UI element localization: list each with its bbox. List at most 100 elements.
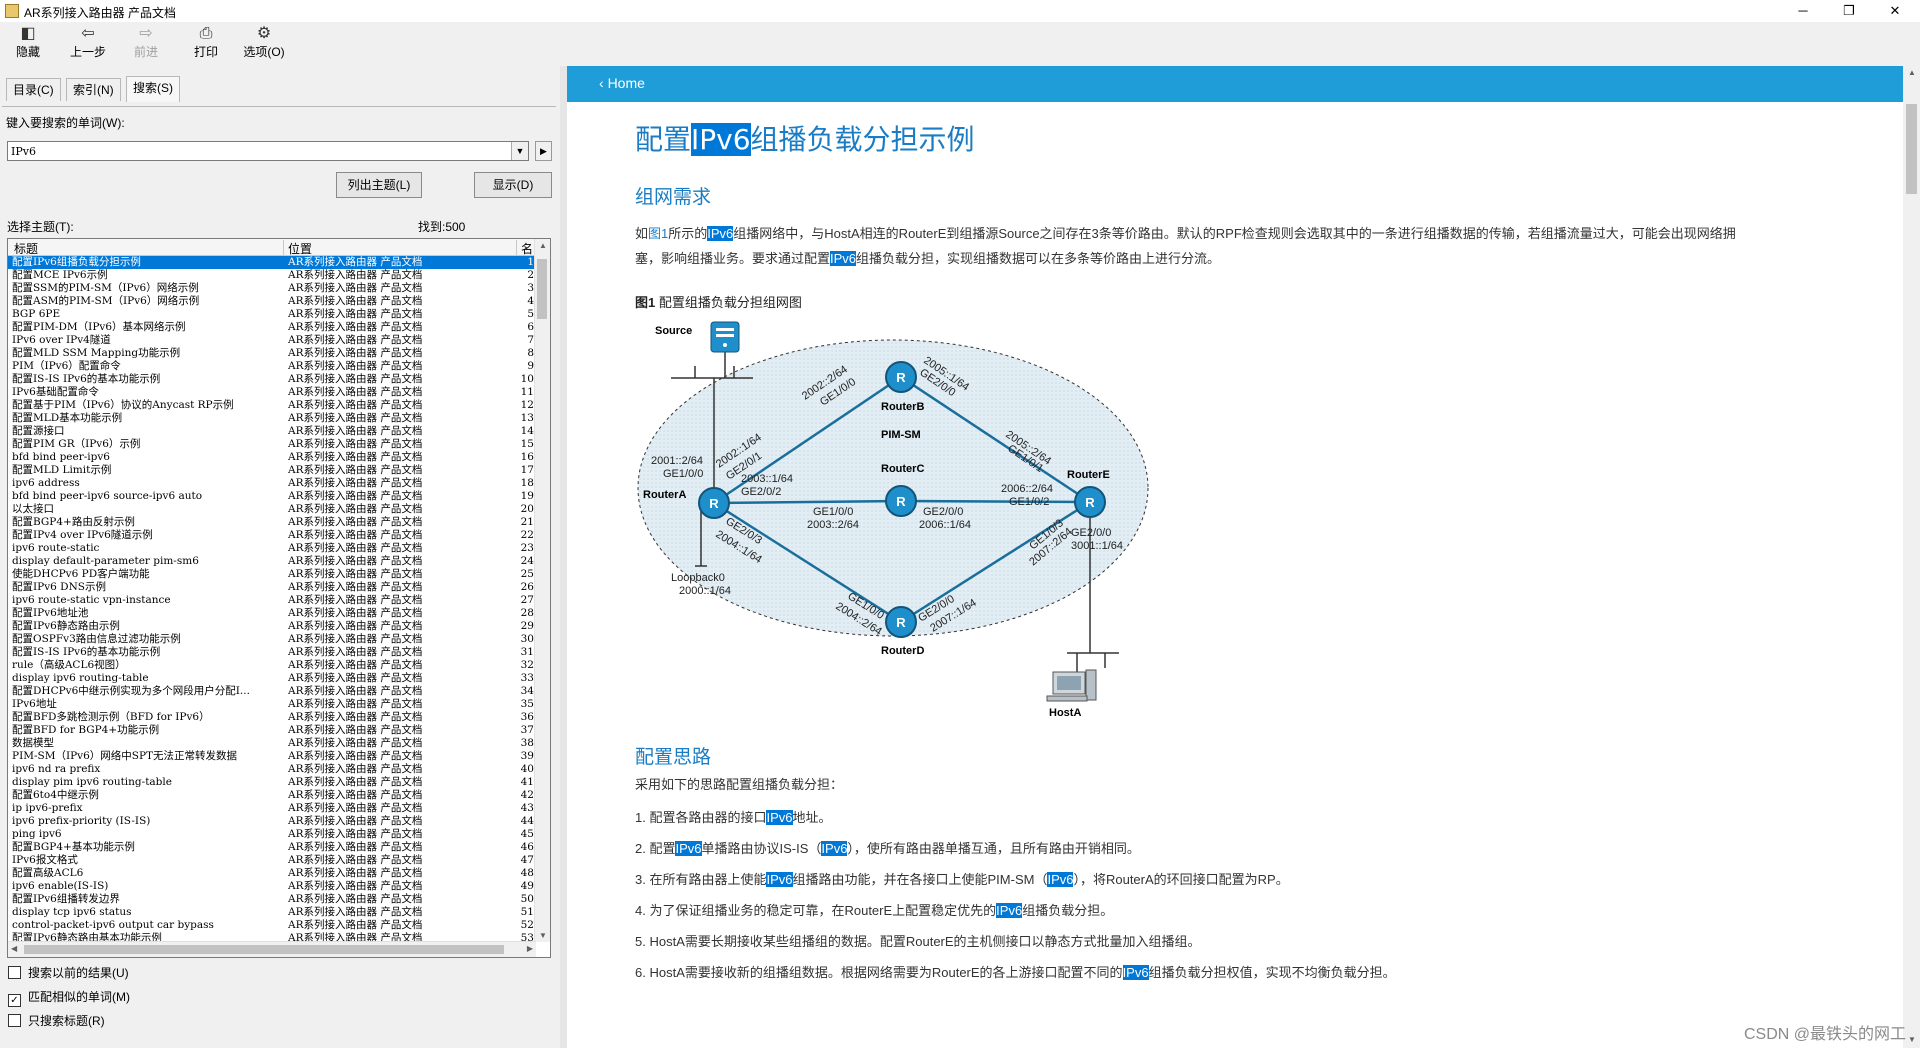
topic-row[interactable]: control-packet-ipv6 output car bypass AR系… (8, 919, 536, 932)
topic-row[interactable]: 配置IS-IS IPv6的基本功能示例 AR系列接入路由器 产品文档 31 (8, 646, 536, 659)
topic-row[interactable]: IPv6 over IPv4隧道 AR系列接入路由器 产品文档 7 (8, 334, 536, 347)
scroll-thumb[interactable] (24, 945, 504, 954)
match-similar-words-checkbox[interactable]: ✓ 匹配相似的单词(M) (8, 988, 130, 1007)
topic-row[interactable]: 配置IPv6组播转发边界 AR系列接入路由器 产品文档 50 (8, 893, 536, 906)
options-button[interactable]: ⚙ 选项(O) (238, 24, 290, 64)
restore-button[interactable]: ❐ (1826, 0, 1872, 22)
topic-row[interactable]: display default-parameter pim-sm6 AR系列接入路… (8, 555, 536, 568)
scroll-left-icon[interactable]: ◀ (11, 944, 17, 953)
topic-row[interactable]: display pim ipv6 routing-table AR系列接入路由器 … (8, 776, 536, 789)
topic-row[interactable]: 配置IPv6 DNS示例 AR系列接入路由器 产品文档 26 (8, 581, 536, 594)
tab-search[interactable]: 搜索(S) (126, 76, 180, 102)
close-button[interactable]: ✕ (1872, 0, 1918, 22)
topic-row[interactable]: BGP 6PE AR系列接入路由器 产品文档 5 (8, 308, 536, 321)
figure-link[interactable]: 图1 (648, 226, 668, 241)
column-divider[interactable] (283, 240, 284, 256)
topic-row[interactable]: bfd bind peer-ipv6 AR系列接入路由器 产品文档 16 (8, 451, 536, 464)
topic-rank: 28 (520, 607, 534, 619)
tab-index[interactable]: 索引(N) (66, 78, 121, 101)
topic-row[interactable]: 配置MLD基本功能示例 AR系列接入路由器 产品文档 13 (8, 412, 536, 425)
tab-contents[interactable]: 目录(C) (6, 78, 61, 101)
topic-row[interactable]: ipv6 route-static AR系列接入路由器 产品文档 23 (8, 542, 536, 555)
topic-list[interactable]: 标题 位置 名 配置IPv6组播负载分担示例 AR系列接入路由器 产品文档 1 配置M… (7, 238, 551, 958)
column-title-header[interactable]: 标题 (14, 240, 38, 257)
topic-row[interactable]: PIM-SM（IPv6）网络中SPT无法正常转发数据 AR系列接入路由器 产品文档… (8, 750, 536, 763)
scroll-down-icon[interactable]: ▼ (1908, 1035, 1916, 1044)
column-location-header[interactable]: 位置 (288, 240, 312, 257)
topic-row[interactable]: IPv6地址 AR系列接入路由器 产品文档 35 (8, 698, 536, 711)
topic-row[interactable]: ipv6 prefix-priority (IS-IS) AR系列接入路由器 产品… (8, 815, 536, 828)
topic-row[interactable]: 配置源接口 AR系列接入路由器 产品文档 14 (8, 425, 536, 438)
topic-row[interactable]: display ipv6 routing-table AR系列接入路由器 产品文档… (8, 672, 536, 685)
topic-row[interactable]: 配置MLD SSM Mapping功能示例 AR系列接入路由器 产品文档 8 (8, 347, 536, 360)
topic-row[interactable]: bfd bind peer-ipv6 source-ipv6 auto AR系列接… (8, 490, 536, 503)
topic-row[interactable]: 配置MCE IPv6示例 AR系列接入路由器 产品文档 2 (8, 269, 536, 282)
topic-row[interactable]: 配置DHCPv6中继示例实现为多个网段用户分配I... AR系列接入路由器 产品文… (8, 685, 536, 698)
topic-row[interactable]: 配置6to4中继示例 AR系列接入路由器 产品文档 42 (8, 789, 536, 802)
topic-row[interactable]: 配置基于PIM（IPv6）协议的Anycast RP示例 AR系列接入路由器 产品… (8, 399, 536, 412)
scroll-thumb[interactable] (537, 259, 547, 319)
scroll-up-icon[interactable]: ▲ (1908, 68, 1916, 77)
search-go-button[interactable]: ▶ (535, 141, 552, 161)
router-c-icon: R (885, 485, 917, 517)
topic-row[interactable]: 配置MLD Limit示例 AR系列接入路由器 产品文档 17 (8, 464, 536, 477)
topic-row[interactable]: ipv6 route-static vpn-instance AR系列接入路由器 … (8, 594, 536, 607)
topic-row[interactable]: 配置BFD多跳检测示例（BFD for IPv6） AR系列接入路由器 产品文档 3… (8, 711, 536, 724)
list-topics-button[interactable]: 列出主题(L) (336, 172, 422, 198)
topic-row[interactable]: 配置PIM GR（IPv6）示例 AR系列接入路由器 产品文档 15 (8, 438, 536, 451)
checkbox-box[interactable] (8, 1014, 21, 1027)
pane-splitter[interactable] (560, 66, 567, 1048)
chevron-down-icon[interactable]: ▼ (511, 142, 528, 160)
column-rank-header[interactable]: 名 (521, 240, 533, 257)
topic-row[interactable]: 配置OSPFv3路由信息过滤功能示例 AR系列接入路由器 产品文档 30 (8, 633, 536, 646)
topic-row[interactable]: ping ipv6 AR系列接入路由器 产品文档 45 (8, 828, 536, 841)
forward-button[interactable]: ⇨ 前进 (120, 24, 172, 64)
list-vertical-scrollbar[interactable]: ▲ ▼ (534, 239, 550, 942)
topic-row[interactable]: 配置ASM的PIM-SM（IPv6）网络示例 AR系列接入路由器 产品文档 4 (8, 295, 536, 308)
column-divider[interactable] (516, 240, 517, 256)
topic-row[interactable]: 配置SSM的PIM-SM（IPv6）网络示例 AR系列接入路由器 产品文档 3 (8, 282, 536, 295)
topic-row[interactable]: ipv6 nd ra prefix AR系列接入路由器 产品文档 40 (8, 763, 536, 776)
search-titles-only-checkbox[interactable]: 只搜索标题(R) (8, 1012, 105, 1030)
scroll-down-icon[interactable]: ▼ (539, 931, 547, 940)
print-button[interactable]: ⎙ 打印 (180, 24, 232, 64)
checkbox-box[interactable] (8, 966, 21, 979)
topic-row[interactable]: 以太接口 AR系列接入路由器 产品文档 20 (8, 503, 536, 516)
topic-row[interactable]: 配置IPv6组播负载分担示例 AR系列接入路由器 产品文档 1 (8, 256, 536, 269)
scroll-up-icon[interactable]: ▲ (539, 241, 547, 250)
topic-row[interactable]: 配置BGP4+基本功能示例 AR系列接入路由器 产品文档 46 (8, 841, 536, 854)
topic-row[interactable]: 配置IPv6静态路由示例 AR系列接入路由器 产品文档 29 (8, 620, 536, 633)
topic-row[interactable]: 配置PIM-DM（IPv6）基本网络示例 AR系列接入路由器 产品文档 6 (8, 321, 536, 334)
checkbox-box[interactable]: ✓ (8, 994, 21, 1007)
search-combo[interactable]: ▼ (7, 141, 529, 161)
topic-row[interactable]: 配置IPv6地址池 AR系列接入路由器 产品文档 28 (8, 607, 536, 620)
hide-button[interactable]: ◧ 隐藏 (2, 24, 54, 64)
topic-row[interactable]: 配置高级ACL6 AR系列接入路由器 产品文档 48 (8, 867, 536, 880)
iface-c-ge100: GE1/0/0 (813, 506, 853, 518)
topic-row[interactable]: display tcp ipv6 status AR系列接入路由器 产品文档 51 (8, 906, 536, 919)
scroll-right-icon[interactable]: ▶ (527, 944, 533, 953)
topic-row[interactable]: ipv6 enable(IS-IS) AR系列接入路由器 产品文档 49 (8, 880, 536, 893)
back-button[interactable]: ⇦ 上一步 (62, 24, 114, 64)
search-input[interactable] (8, 142, 514, 160)
topic-row[interactable]: 配置IS-IS IPv6的基本功能示例 AR系列接入路由器 产品文档 10 (8, 373, 536, 386)
list-horizontal-scrollbar[interactable]: ◀ ▶ (8, 941, 536, 957)
topic-row[interactable]: IPv6基础配置命令 AR系列接入路由器 产品文档 11 (8, 386, 536, 399)
topic-row[interactable]: 配置BGP4+路由反射示例 AR系列接入路由器 产品文档 21 (8, 516, 536, 529)
search-previous-results-checkbox[interactable]: 搜索以前的结果(U) (8, 964, 129, 982)
topic-row[interactable]: rule（高级ACL6视图） AR系列接入路由器 产品文档 32 (8, 659, 536, 672)
topic-row[interactable]: PIM（IPv6）配置命令 AR系列接入路由器 产品文档 9 (8, 360, 536, 373)
scroll-thumb[interactable] (1906, 104, 1917, 194)
topic-row[interactable]: 配置BFD for BGP4+功能示例 AR系列接入路由器 产品文档 37 (8, 724, 536, 737)
topic-row[interactable]: IPv6报文格式 AR系列接入路由器 产品文档 47 (8, 854, 536, 867)
home-link[interactable]: ‹ Home (599, 75, 645, 91)
topic-row[interactable]: 使能DHCPv6 PD客户端功能 AR系列接入路由器 产品文档 25 (8, 568, 536, 581)
page-vertical-scrollbar[interactable]: ▲ ▼ (1903, 66, 1920, 1048)
display-button[interactable]: 显示(D) (474, 172, 552, 198)
minimize-button[interactable]: ─ (1780, 0, 1826, 22)
topic-row[interactable]: ip ipv6-prefix AR系列接入路由器 产品文档 43 (8, 802, 536, 815)
topic-row[interactable]: 配置IPv4 over IPv6隧道示例 AR系列接入路由器 产品文档 22 (8, 529, 536, 542)
topic-title: 配置DHCPv6中继示例实现为多个网段用户分配I... (12, 685, 250, 697)
topic-row[interactable]: ipv6 address AR系列接入路由器 产品文档 18 (8, 477, 536, 490)
topic-row[interactable]: 数据模型 AR系列接入路由器 产品文档 38 (8, 737, 536, 750)
